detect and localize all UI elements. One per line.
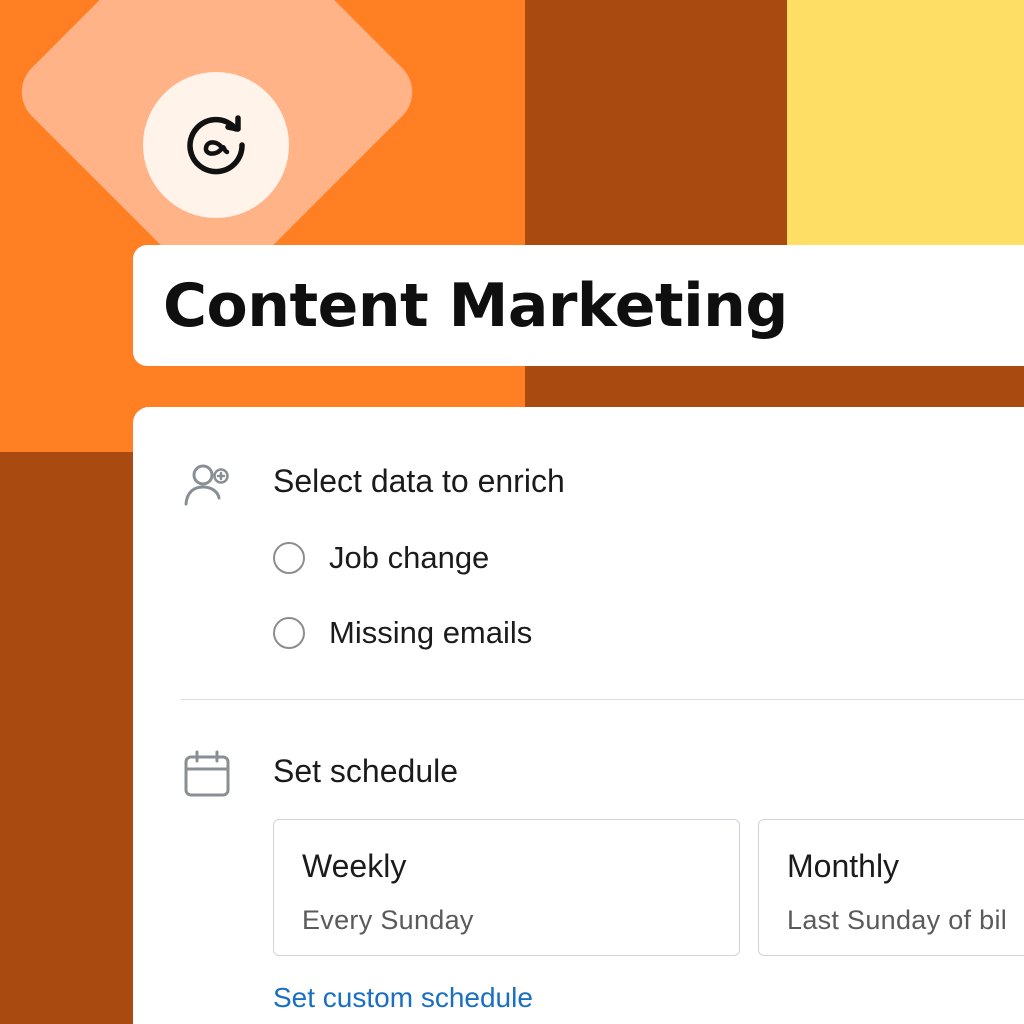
card-subtitle: Every Sunday: [302, 905, 474, 935]
set-custom-schedule-link[interactable]: Set custom schedule: [273, 982, 533, 1014]
title-card: Content Marketing: [133, 245, 1024, 366]
option-label: Job change: [329, 540, 490, 575]
card-title: Weekly: [302, 848, 407, 884]
logo-badge: [143, 72, 289, 218]
schedule-section-title: Set schedule: [273, 753, 459, 789]
enrichment-settings-panel: Select data to enrich Job change Missing…: [133, 407, 1024, 1024]
option-job-change[interactable]: Job change: [273, 540, 489, 576]
card-subtitle: Last Sunday of bil: [787, 905, 1008, 935]
enrich-section-title: Select data to enrich: [273, 463, 565, 499]
schedule-card-weekly[interactable]: Weekly Every Sunday: [273, 819, 740, 956]
radio-missing-emails[interactable]: [273, 617, 305, 649]
background-yellow-block: [787, 0, 1024, 245]
radio-job-change[interactable]: [273, 542, 305, 574]
background-brown-block: [525, 0, 787, 245]
section-divider: [181, 699, 1024, 700]
calendar-icon: [181, 748, 233, 800]
option-label: Missing emails: [329, 615, 533, 650]
page-title: Content Marketing: [163, 270, 788, 341]
schedule-card-monthly[interactable]: Monthly Last Sunday of bil: [758, 819, 1024, 956]
refresh-at-icon: [187, 115, 245, 175]
app-canvas: Content Marketing Select data to enrich …: [0, 0, 1024, 1024]
user-plus-icon: [181, 458, 233, 510]
card-title: Monthly: [787, 848, 900, 884]
option-missing-emails[interactable]: Missing emails: [273, 615, 532, 651]
